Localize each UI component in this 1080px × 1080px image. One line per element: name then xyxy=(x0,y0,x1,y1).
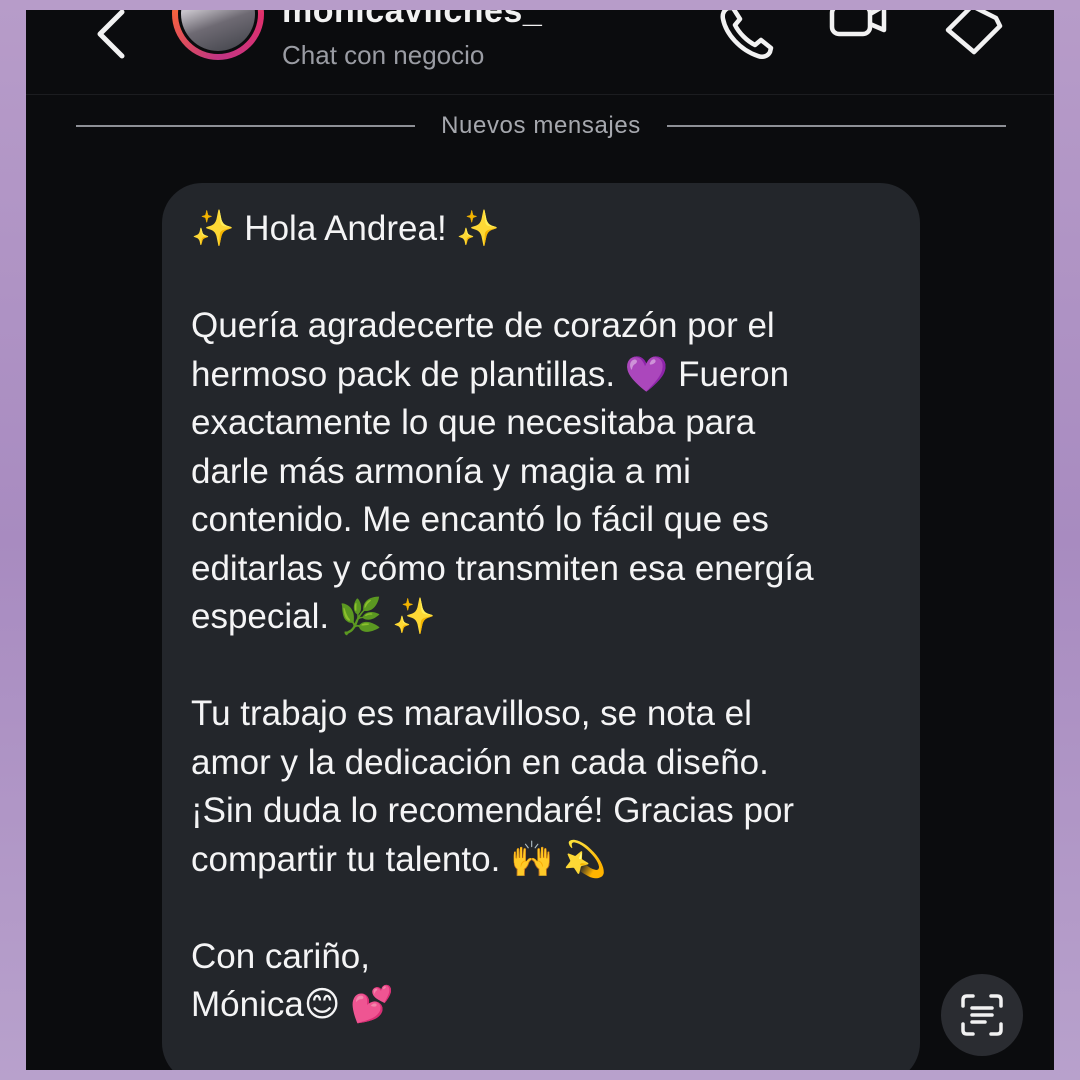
message-paragraph-2: Tu trabajo es maravilloso, se nota el am… xyxy=(191,694,795,879)
video-call-button[interactable] xyxy=(826,10,890,66)
avatar[interactable] xyxy=(172,10,264,60)
contact-username[interactable]: monicavilches_ xyxy=(282,10,542,31)
new-messages-label: Nuevos mensajes xyxy=(441,112,641,139)
phone-icon xyxy=(720,10,774,60)
scan-text-button[interactable] xyxy=(941,974,1023,1056)
divider-line-right xyxy=(666,125,1007,127)
back-chevron-icon xyxy=(97,10,125,59)
scan-text-icon xyxy=(961,994,1003,1036)
contact-subtitle: Chat con negocio xyxy=(282,40,485,70)
message-paragraph-1: Quería agradecerte de corazón por el her… xyxy=(191,306,814,636)
call-button[interactable] xyxy=(714,10,778,66)
message-greeting: ✨ Hola Andrea! ✨ xyxy=(191,209,500,248)
avatar-photo xyxy=(181,10,255,51)
message-signature: Mónica😊 💕 xyxy=(191,985,394,1024)
back-button[interactable] xyxy=(86,10,140,64)
video-camera-icon xyxy=(829,10,887,37)
new-messages-divider: Nuevos mensajes xyxy=(76,110,1007,142)
tag-icon xyxy=(945,10,1003,55)
chat-screen: monicavilches_ Chat con negocio Nuevos m… xyxy=(26,10,1054,1070)
divider-line-left xyxy=(76,125,416,127)
message-bubble[interactable]: ✨ Hola Andrea! ✨ Quería agradecerte de c… xyxy=(162,183,920,1070)
message-closing: Con cariño, xyxy=(191,936,370,976)
tag-button[interactable] xyxy=(940,10,1004,66)
chat-header: monicavilches_ Chat con negocio xyxy=(26,10,1054,95)
